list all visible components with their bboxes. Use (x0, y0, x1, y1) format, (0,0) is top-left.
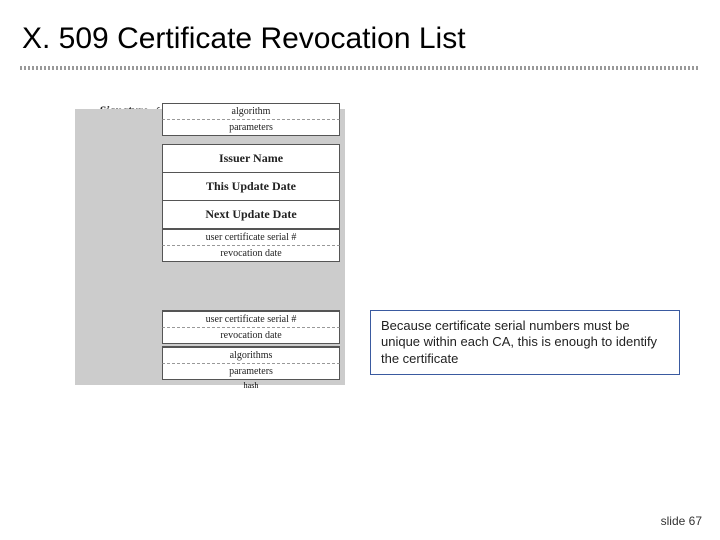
cell-parameters: parameters (162, 119, 340, 136)
footer-number: 67 (689, 514, 702, 528)
cell-algorithms: algorithms (162, 346, 340, 364)
callout-box: Because certificate serial numbers must … (370, 310, 680, 375)
hash-label: hash (162, 381, 340, 390)
cell-rev-date-1: revocation date (162, 245, 340, 262)
cell-rev-date-2: revocation date (162, 327, 340, 344)
cell-parameters2: parameters (162, 363, 340, 380)
cell-this-update: This Update Date (162, 172, 340, 201)
cell-issuer: Issuer Name (162, 144, 340, 173)
footer-label: slide (661, 514, 686, 528)
crl-diagram: Signature algorithm identifier algorithm… (70, 104, 340, 390)
cell-algorithm: algorithm (162, 103, 340, 120)
cell-user-serial-1: user certificate serial # (162, 228, 340, 246)
slide-footer: slide 67 (661, 514, 702, 528)
cell-user-serial-2: user certificate serial # (162, 310, 340, 328)
slide-content: Signature algorithm identifier algorithm… (0, 70, 720, 510)
slide-title: X. 509 Certificate Revocation List (0, 0, 720, 62)
cell-next-update: Next Update Date (162, 200, 340, 229)
